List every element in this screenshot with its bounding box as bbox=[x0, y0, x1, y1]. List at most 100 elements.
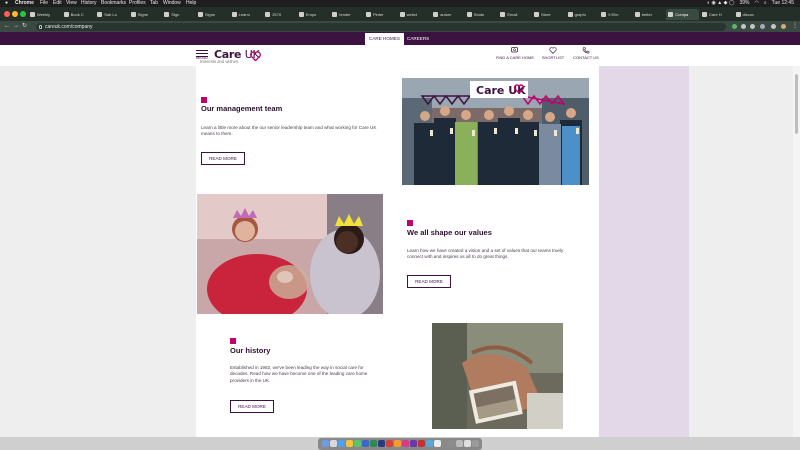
downloads-icon[interactable] bbox=[448, 440, 455, 447]
wifi-icon[interactable]: ◠ bbox=[754, 0, 758, 7]
browser-tab[interactable]: Compa bbox=[666, 9, 699, 20]
bookmark-star-icon[interactable] bbox=[750, 24, 755, 29]
page-area bbox=[0, 66, 800, 437]
menu-edit[interactable]: Edit bbox=[53, 0, 62, 7]
safari-icon[interactable] bbox=[338, 440, 345, 447]
browser-tab[interactable]: tender bbox=[330, 9, 363, 20]
close-window-icon[interactable] bbox=[4, 11, 10, 17]
menu-window[interactable]: Window bbox=[163, 0, 181, 7]
document-icon[interactable] bbox=[464, 440, 471, 447]
back-icon[interactable]: ← bbox=[4, 21, 10, 32]
browser-tab[interactable]: Pinter bbox=[364, 9, 397, 20]
excel-icon[interactable] bbox=[370, 440, 377, 447]
browser-tab[interactable]: 2570 bbox=[263, 9, 296, 20]
sidepanel-icon[interactable] bbox=[771, 24, 776, 29]
menu-tab[interactable]: Tab bbox=[150, 0, 158, 7]
browser-tab[interactable]: Store bbox=[532, 9, 565, 20]
tab-label: better bbox=[641, 12, 653, 17]
profile-avatar-icon[interactable] bbox=[781, 24, 786, 29]
browser-tab[interactable]: Stude bbox=[465, 9, 498, 20]
tab-favicon-icon bbox=[198, 12, 203, 17]
browser-toolbar: ← → ↻ careuk.com/company ⋮ bbox=[0, 21, 800, 32]
minimize-window-icon[interactable] bbox=[12, 11, 18, 17]
management-team-photo: Care UK bbox=[402, 78, 589, 185]
tab-favicon-icon bbox=[601, 12, 607, 17]
tab-label: Compa bbox=[675, 12, 689, 17]
tab-favicon-icon bbox=[332, 12, 338, 17]
clock[interactable]: Tue 12:45 bbox=[772, 0, 794, 7]
finder-icon[interactable] bbox=[322, 440, 329, 447]
menu-history[interactable]: History bbox=[81, 0, 97, 7]
find-care-home-link[interactable]: FIND A CARE HOME bbox=[494, 47, 536, 60]
address-bar[interactable]: careuk.com/company bbox=[36, 22, 726, 31]
browser-tab[interactable]: discov bbox=[734, 9, 767, 20]
menu-file[interactable]: File bbox=[40, 0, 48, 7]
tab-favicon-icon bbox=[433, 12, 439, 17]
heart-logo-icon bbox=[250, 51, 261, 61]
browser-tab[interactable]: Care H bbox=[700, 9, 733, 20]
acrobat-icon[interactable] bbox=[386, 440, 393, 447]
scrollbar-thumb[interactable] bbox=[795, 74, 798, 134]
browser-tab[interactable]: Empo bbox=[297, 9, 330, 20]
messages-icon[interactable] bbox=[354, 440, 361, 447]
status-icons[interactable]: ◐ ◉ ▲ ◆ ◯ bbox=[707, 0, 734, 7]
browser-tab-strip: Weekly Book C Sab Lo Signe Sign Signe Learni 25… bbox=[0, 7, 800, 21]
read-more-history-button[interactable]: READ MORE bbox=[230, 400, 274, 413]
maximize-window-icon[interactable] bbox=[20, 11, 26, 17]
tab-favicon-icon bbox=[466, 12, 472, 17]
more-menu-icon[interactable]: ⋮ bbox=[792, 21, 798, 32]
launchpad-icon[interactable] bbox=[330, 440, 337, 447]
apple-icon[interactable]: ● bbox=[5, 0, 8, 7]
browser-tab[interactable]: Signe bbox=[196, 9, 229, 20]
tab-favicon-icon bbox=[231, 12, 237, 17]
browser-tab[interactable]: Signe bbox=[129, 9, 162, 20]
read-more-management-button[interactable]: READ MORE bbox=[201, 152, 245, 165]
trash-icon[interactable] bbox=[472, 440, 479, 447]
reload-icon[interactable]: ↻ bbox=[22, 21, 27, 32]
browser-tab[interactable]: Book C bbox=[62, 9, 95, 20]
shortlist-link[interactable]: SHORTLIST bbox=[540, 47, 566, 60]
tab-label: Signe bbox=[137, 12, 149, 17]
nav-careers[interactable]: CAREERS bbox=[403, 33, 433, 45]
browser-tab[interactable]: Sab Lo bbox=[95, 9, 128, 20]
browser-tab[interactable]: better bbox=[633, 9, 666, 20]
section-marker-square bbox=[201, 97, 207, 103]
document-icon[interactable] bbox=[456, 440, 463, 447]
battery-percent[interactable]: 39% bbox=[739, 0, 749, 7]
browser-tab[interactable]: graphi bbox=[566, 9, 599, 20]
premiere-icon[interactable] bbox=[410, 440, 417, 447]
menu-profiles[interactable]: Profiles bbox=[129, 0, 146, 7]
tab-favicon-icon bbox=[130, 12, 136, 17]
section-marker-square bbox=[407, 220, 413, 226]
photoshop-icon[interactable] bbox=[378, 440, 385, 447]
tab-favicon-icon bbox=[97, 12, 103, 17]
app-icon[interactable] bbox=[434, 440, 441, 447]
contact-us-link[interactable]: CONTACT US bbox=[572, 47, 600, 60]
read-more-values-button[interactable]: READ MORE bbox=[407, 275, 451, 288]
chrome-icon[interactable] bbox=[346, 440, 353, 447]
illustrator-icon[interactable] bbox=[394, 440, 401, 447]
extensions-puzzle-icon[interactable] bbox=[760, 24, 765, 29]
word-icon[interactable] bbox=[362, 440, 369, 447]
tab-label: tender bbox=[339, 12, 351, 17]
menu-help[interactable]: Help bbox=[186, 0, 196, 7]
tab-label: Sab Lo bbox=[104, 12, 117, 17]
browser-tab[interactable]: autum bbox=[431, 9, 464, 20]
nav-care-homes[interactable]: CARE HOMES bbox=[365, 33, 404, 45]
browser-tab[interactable]: webct bbox=[398, 9, 431, 20]
menu-app-name[interactable]: Chrome bbox=[15, 0, 34, 7]
forward-icon[interactable]: → bbox=[13, 21, 19, 32]
browser-tab[interactable]: 9 Elm bbox=[599, 9, 632, 20]
search-icon[interactable]: ⌕ bbox=[764, 0, 767, 7]
browser-tab[interactable]: Email bbox=[498, 9, 531, 20]
indesign-icon[interactable] bbox=[402, 440, 409, 447]
menu-view[interactable]: View bbox=[66, 0, 77, 7]
extension-icon[interactable] bbox=[732, 24, 737, 29]
app-icon[interactable] bbox=[426, 440, 433, 447]
share-icon[interactable] bbox=[741, 24, 746, 29]
browser-tab[interactable]: Weekly bbox=[28, 9, 61, 20]
menu-bookmarks[interactable]: Bookmarks bbox=[101, 0, 126, 7]
browser-tab[interactable]: Sign bbox=[162, 9, 195, 20]
app-icon[interactable] bbox=[418, 440, 425, 447]
browser-tab[interactable]: Learni bbox=[230, 9, 263, 20]
